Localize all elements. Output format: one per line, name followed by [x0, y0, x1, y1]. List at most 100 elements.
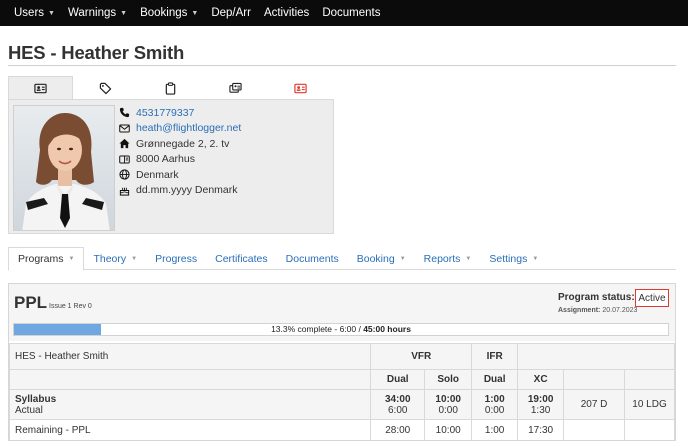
chevron-down-icon: ▼	[131, 255, 138, 262]
chevron-down-icon: ▼	[48, 9, 55, 17]
envelope-icon	[119, 124, 130, 133]
chevron-down-icon: ▼	[465, 255, 472, 262]
empty-group-header	[517, 343, 675, 370]
nav-activities-label: Activities	[263, 7, 310, 19]
remaining-ifr-dual: 1:00	[471, 419, 519, 441]
syllabus-vfr-solo: 10:00	[435, 393, 461, 405]
tab-theory[interactable]: Theory ▼	[84, 247, 146, 270]
program-issue: Issue 1 Rev 0	[49, 303, 92, 310]
col-ifr-dual: Dual	[471, 369, 519, 390]
contact-email-row: heath@flightlogger.net	[119, 121, 241, 137]
phone-icon	[119, 108, 130, 118]
tab-clipboard[interactable]	[138, 76, 203, 100]
tab-programs[interactable]: Programs ▼	[8, 247, 85, 271]
tab-certificates[interactable]: Certificates	[206, 247, 277, 270]
remaining-vfr-solo: 10:00	[424, 419, 473, 441]
progress-total: 45:00 hours	[363, 324, 411, 334]
tag-icon	[99, 82, 112, 94]
license-icon	[229, 82, 242, 93]
nav-dep-arr[interactable]: Dep/Arr	[211, 7, 251, 19]
program-header: PPL Issue 1 Rev 0 Program status: Active…	[9, 284, 675, 341]
tab-documents[interactable]: Documents	[277, 247, 348, 270]
tab-tags[interactable]	[73, 76, 138, 100]
student-name-cell: HES - Heather Smith	[8, 343, 372, 370]
profile-tabs	[8, 76, 334, 100]
actual-label: Actual	[15, 404, 43, 416]
program-hours-table: HES - Heather Smith VFR IFR Dual Solo Du…	[8, 343, 675, 441]
nav-users[interactable]: Users ▼	[14, 7, 55, 19]
city-postcode: 8000 Aarhus	[136, 153, 195, 166]
nav-documents-label: Documents	[322, 7, 381, 19]
title-divider	[8, 65, 676, 66]
progress-summary: 13.3% complete - 6:00 /	[271, 324, 364, 334]
actual-landings: 10 LDG	[624, 389, 675, 420]
id-card-icon	[34, 83, 47, 94]
globe-icon	[119, 169, 130, 180]
email-link[interactable]: heath@flightlogger.net	[136, 122, 241, 134]
remaining-vfr-dual: 28:00	[370, 419, 426, 441]
progress-text: 13.3% complete - 6:00 / 45:00 hours	[14, 324, 668, 335]
chevron-down-icon: ▼	[68, 256, 75, 262]
tab-certificates-label: Certificates	[215, 252, 268, 265]
actual-ifr-dual: 0:00	[484, 404, 505, 416]
remaining-label: Remaining - PPL	[8, 419, 372, 441]
contact-details: 4531779337 heath@flightlogger.net Grønne…	[119, 105, 241, 198]
clipboard-icon	[165, 81, 176, 95]
chevron-down-icon: ▼	[399, 255, 406, 262]
tab-reports-label: Reports	[423, 252, 461, 265]
home-icon	[119, 139, 130, 149]
chevron-down-icon: ▼	[120, 9, 128, 17]
cell-ifr-dual: 1:00 0:00	[471, 389, 519, 420]
nav-warnings[interactable]: Warnings ▼	[68, 7, 127, 19]
tab-id-card-alert[interactable]	[268, 76, 333, 100]
syllabus-vfr-dual: 34:00	[384, 393, 411, 405]
program-status-value[interactable]: Active	[635, 289, 669, 307]
remaining-xc: 17:30	[517, 419, 565, 441]
street-address: Grønnegade 2, 2. tv	[136, 137, 230, 150]
tab-booking[interactable]: Booking ▼	[348, 247, 415, 270]
phone-link[interactable]: 4531779337	[136, 107, 194, 119]
nav-documents[interactable]: Documents	[322, 7, 380, 19]
section-tabs: Programs ▼ Theory ▼ Progress Certificates …	[8, 247, 676, 271]
cell-xc: 19:00 1:30	[517, 389, 565, 420]
tab-licenses[interactable]	[203, 76, 268, 100]
tab-programs-label: Programs	[18, 253, 64, 265]
col-vfr-solo: Solo	[424, 369, 473, 390]
nav-users-label: Users	[14, 7, 45, 19]
postal-card-icon	[119, 155, 130, 164]
nav-bookings-label: Bookings	[140, 7, 188, 19]
tab-reports[interactable]: Reports ▼	[415, 247, 481, 270]
syllabus-label: Syllabus	[15, 393, 57, 405]
chevron-down-icon: ▼	[532, 255, 539, 262]
vfr-group-header: VFR	[370, 343, 473, 370]
contact-birth-row: dd.mm.yyyy Denmark	[119, 183, 241, 199]
nav-activities[interactable]: Activities	[264, 7, 309, 19]
tab-progress[interactable]: Progress	[146, 247, 206, 270]
tab-documents-label: Documents	[285, 252, 339, 265]
tab-settings-label: Settings	[489, 252, 528, 265]
col-landings	[624, 369, 675, 390]
syllabus-ifr-dual: 1:00	[484, 393, 505, 405]
page-title: HES - Heather Smith	[8, 42, 185, 63]
profile-panel: 4531779337 heath@flightlogger.net Grønne…	[8, 99, 334, 234]
country: Denmark	[136, 168, 179, 181]
empty-header-cell	[8, 369, 372, 390]
actual-xc: 1:30	[530, 404, 551, 416]
tab-profile[interactable]	[8, 76, 73, 100]
syllabus-actual-labels: Syllabus Actual	[8, 389, 372, 420]
ifr-group-header: IFR	[471, 343, 519, 370]
contact-country-row: Denmark	[119, 167, 241, 183]
assignment-label: Assignment: 20.07.2023	[558, 307, 637, 314]
tab-progress-label: Progress	[155, 252, 198, 265]
tab-settings[interactable]: Settings ▼	[480, 247, 547, 270]
actual-vfr-dual: 6:00	[387, 404, 408, 416]
program-name: PPL	[14, 293, 48, 312]
table-group-header-row: HES - Heather Smith VFR IFR	[8, 343, 675, 370]
col-days	[563, 369, 625, 390]
nav-bookings[interactable]: Bookings ▼	[140, 7, 198, 19]
table-row-syllabus-actual: Syllabus Actual 34:00 6:00 10:00 0:00 1:00 0…	[8, 389, 675, 420]
nav-warnings-label: Warnings	[67, 7, 117, 19]
actual-days: 207 D	[563, 389, 625, 420]
birth-date-place: dd.mm.yyyy Denmark	[136, 184, 238, 197]
program-progress-bar: 13.3% complete - 6:00 / 45:00 hours	[13, 323, 669, 336]
